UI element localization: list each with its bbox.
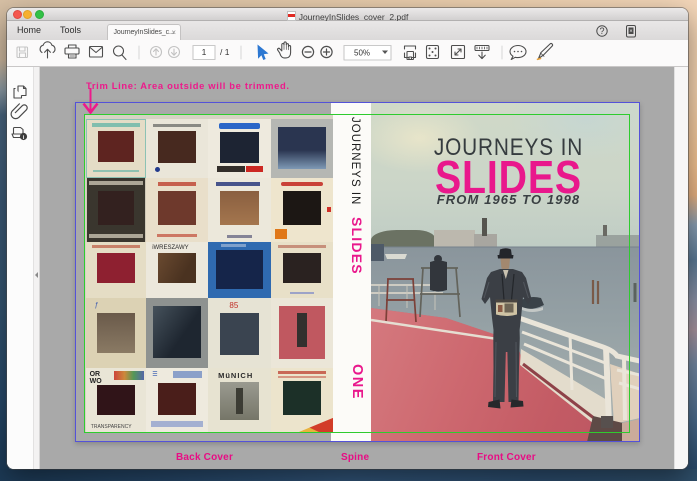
svg-text:1: 1 [202,47,207,57]
svg-text:?: ? [599,26,604,36]
svg-text:/ 1: / 1 [220,47,230,57]
svg-text:×: × [629,29,632,35]
svg-text:50%: 50% [354,49,370,58]
